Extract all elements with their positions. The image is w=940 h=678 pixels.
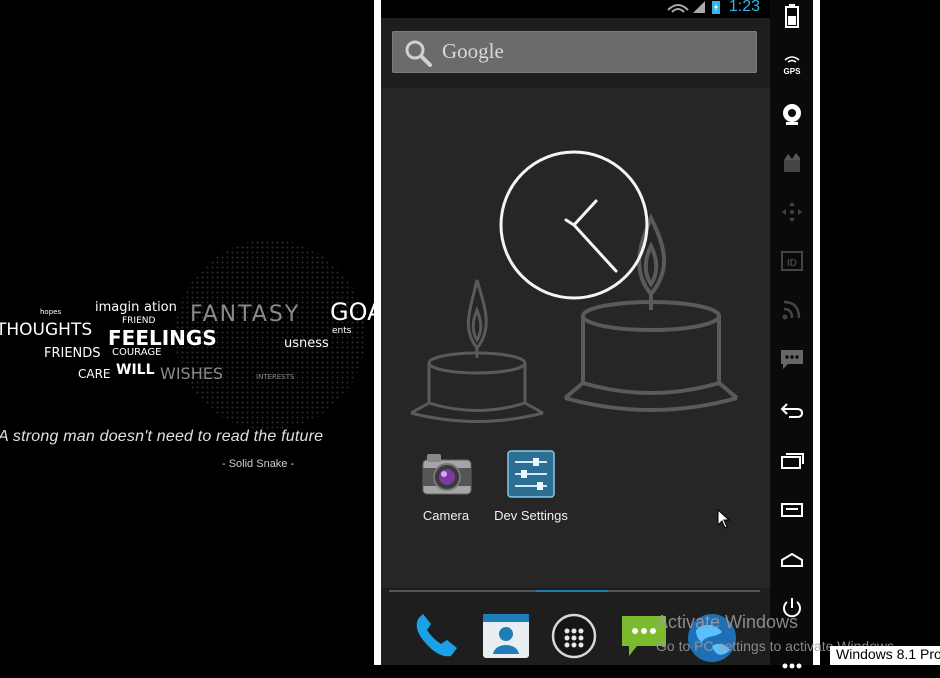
- id-icon: ID: [780, 251, 803, 271]
- back-button[interactable]: [770, 391, 813, 431]
- cloud-word: WISHES: [160, 364, 223, 383]
- all-apps-icon[interactable]: [550, 612, 598, 660]
- recent-apps-icon: [780, 453, 804, 469]
- search-icon: [405, 40, 432, 67]
- cloud-word: hopes: [40, 308, 62, 316]
- app-label-camera: Camera: [422, 508, 470, 523]
- media-icon: [783, 153, 800, 172]
- recent-apps-button[interactable]: [770, 441, 813, 481]
- media-button[interactable]: [770, 143, 813, 183]
- sms-button[interactable]: [770, 339, 813, 379]
- cloud-word: WILL: [116, 362, 155, 378]
- svg-text:ID: ID: [787, 258, 797, 269]
- phone-icon[interactable]: [411, 610, 463, 662]
- dpad-button[interactable]: [770, 192, 813, 232]
- svg-text:GPS: GPS: [783, 67, 801, 76]
- rss-icon: [782, 300, 800, 320]
- camera-icon: [422, 454, 472, 495]
- desktop-wallpaper: imagin ation FRIEND FANTASY GOALS THOUGH…: [0, 0, 374, 665]
- cloud-word: GOALS: [330, 298, 374, 326]
- sms-icon: [780, 350, 803, 369]
- gps-icon: GPS: [783, 56, 801, 76]
- status-time: 1:23: [728, 0, 760, 15]
- analog-clock-widget[interactable]: [498, 149, 650, 301]
- emulator-screen[interactable]: 1:23 Google Camera Dev Settings: [381, 0, 770, 665]
- windows-edition-label: Windows 8.1 Pro: [830, 646, 940, 665]
- cloud-word: COURAGE: [112, 347, 162, 358]
- google-search-bar[interactable]: Google: [392, 31, 757, 73]
- signal-icon: [693, 1, 705, 13]
- dpad-icon: [781, 202, 802, 222]
- cloud-word: CARE: [78, 367, 111, 381]
- status-bar: 1:23: [381, 0, 770, 18]
- emulator-frame-left: [374, 0, 381, 665]
- id-button[interactable]: ID: [770, 241, 813, 281]
- wallpaper-quote: A strong man doesn't need to read the fu…: [0, 428, 324, 445]
- mouse-cursor-icon: [717, 509, 731, 529]
- cloud-word: usness: [284, 336, 329, 351]
- wifi-icon: [667, 4, 689, 13]
- dev-settings-icon: [507, 450, 555, 498]
- emulator-sidebar: GPS ID: [770, 0, 813, 669]
- battery-button[interactable]: [770, 0, 813, 36]
- webcam-button[interactable]: [770, 94, 813, 134]
- emulator-frame-right: [813, 0, 820, 665]
- camera-icon: [782, 104, 801, 125]
- app-label-dev-settings: Dev Settings: [494, 508, 568, 523]
- activate-windows-title: Activate Windows: [656, 612, 799, 632]
- home-screen[interactable]: Camera Dev Settings: [381, 88, 770, 588]
- gps-button[interactable]: GPS: [770, 45, 813, 85]
- back-icon: [780, 403, 803, 418]
- home-icon: [780, 552, 803, 567]
- wallpaper-quote-author: - Solid Snake -: [222, 458, 295, 470]
- search-placeholder: Google: [442, 39, 504, 63]
- cloud-word: imagin: [95, 300, 140, 315]
- cloud-word: INTERESTS: [256, 373, 295, 381]
- cloud-word: FRIEND: [122, 316, 156, 326]
- cloud-word: THOUGHTS: [0, 320, 93, 340]
- app-dev-settings[interactable]: Dev Settings: [491, 448, 571, 528]
- cloud-word: ation: [144, 300, 177, 315]
- battery-charging-icon: [712, 1, 720, 14]
- cloud-word: FANTASY: [190, 302, 301, 327]
- menu-icon: [780, 503, 803, 517]
- contacts-icon[interactable]: [481, 612, 531, 660]
- app-camera[interactable]: Camera: [411, 448, 481, 528]
- menu-button[interactable]: [770, 490, 813, 530]
- cloud-word: FRIENDS: [44, 346, 101, 361]
- cloud-word: ents: [332, 326, 352, 336]
- rss-button[interactable]: [770, 290, 813, 330]
- home-button[interactable]: [770, 540, 813, 580]
- battery-icon: [784, 4, 799, 28]
